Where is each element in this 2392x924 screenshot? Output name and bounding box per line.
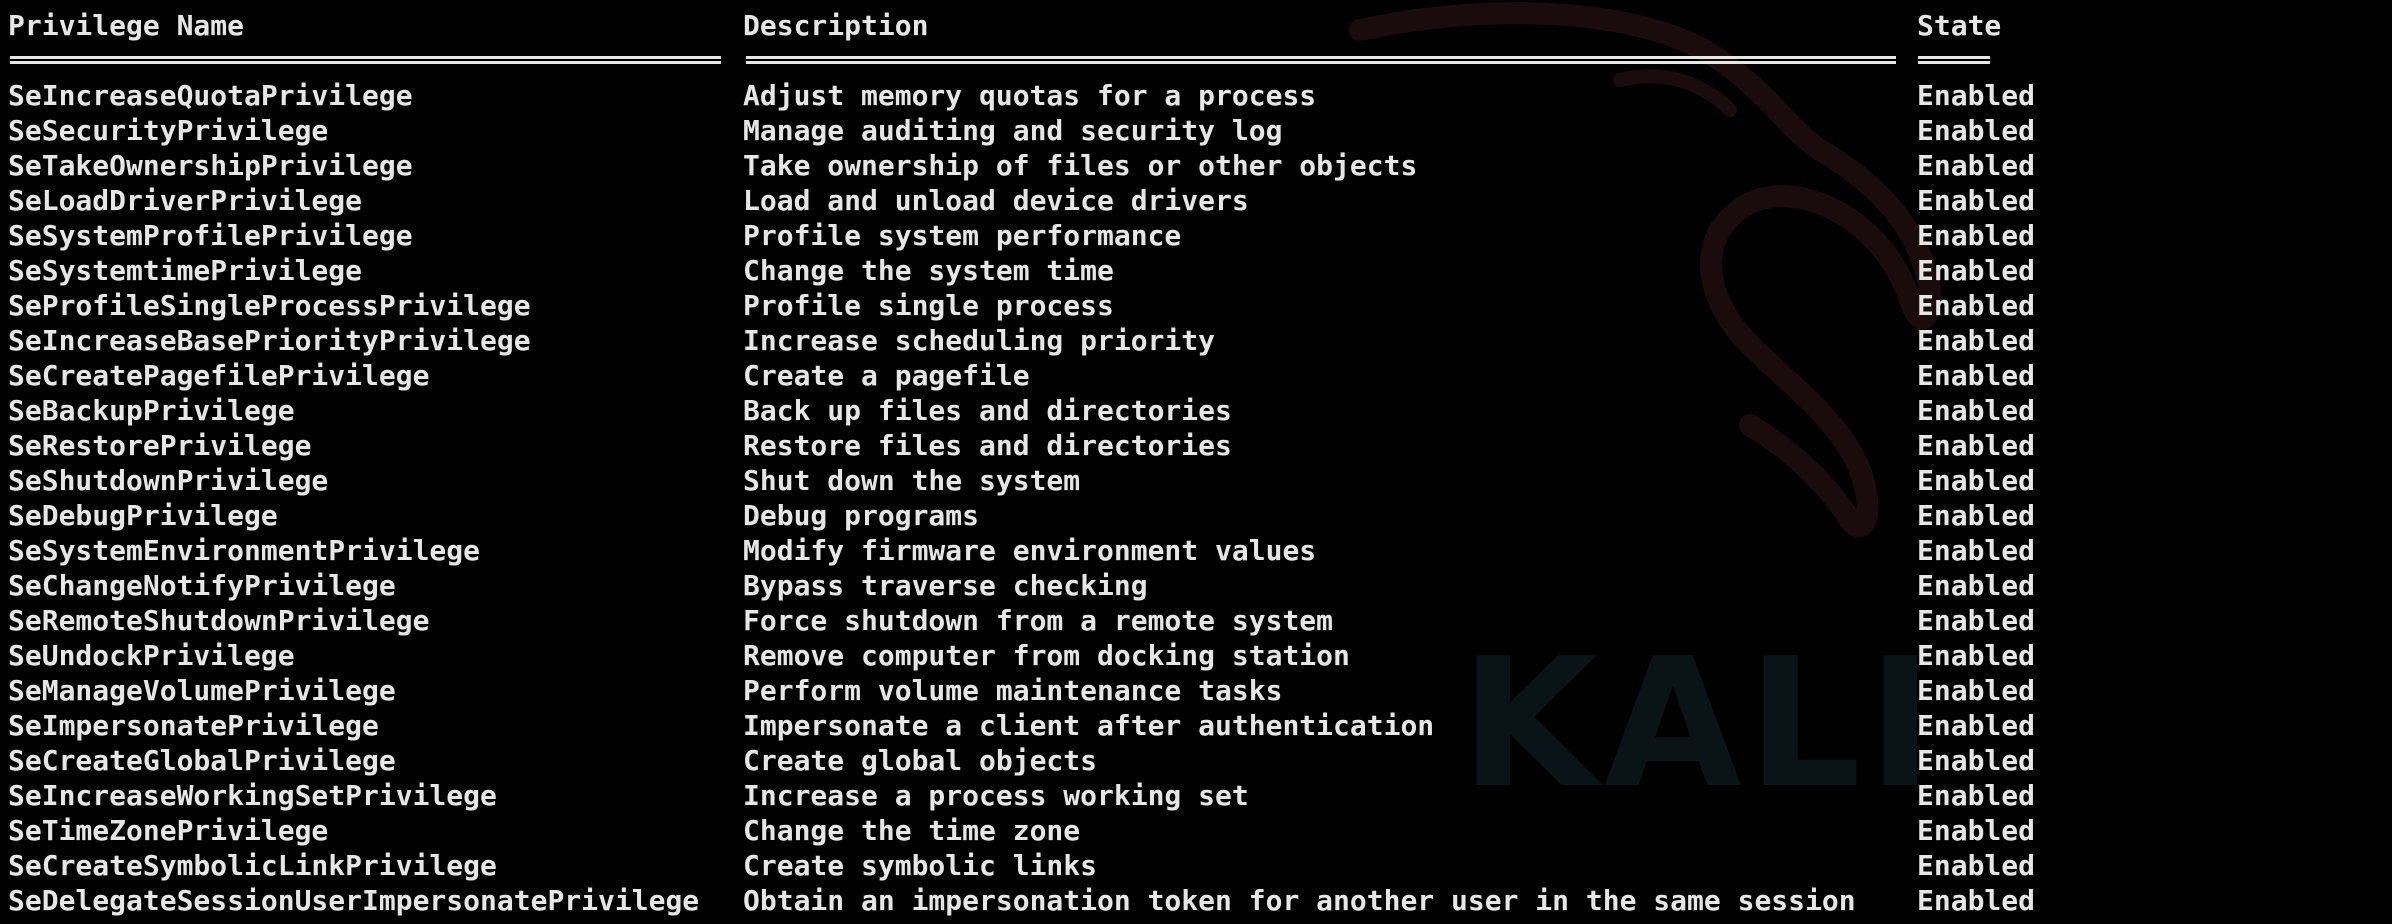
privilege-name: SeManageVolumePrivilege bbox=[8, 674, 396, 707]
privilege-name: SeCreatePagefilePrivilege bbox=[8, 359, 430, 392]
privilege-state: Enabled bbox=[1917, 254, 2036, 287]
terminal-window[interactable]: KALI Privilege Name Description State Se… bbox=[0, 0, 2392, 924]
privilege-state: Enabled bbox=[1917, 79, 2036, 112]
privilege-state: Enabled bbox=[1917, 744, 2036, 777]
privilege-description: Adjust memory quotas for a process bbox=[743, 79, 1317, 112]
privilege-name: SeIncreaseBasePriorityPrivilege bbox=[8, 324, 531, 357]
privilege-description: Load and unload device drivers bbox=[743, 184, 1249, 217]
privilege-name: SeLoadDriverPrivilege bbox=[8, 184, 363, 217]
privilege-name: SeDebugPrivilege bbox=[8, 499, 278, 532]
privilege-state: Enabled bbox=[1917, 184, 2036, 217]
privilege-description: Profile single process bbox=[743, 289, 1114, 322]
privilege-description: Take ownership of files or other objects bbox=[743, 149, 1418, 182]
privilege-name: SeBackupPrivilege bbox=[8, 394, 295, 427]
privilege-name: SeSystemProfilePrivilege bbox=[8, 219, 413, 252]
privilege-name: SeIncreaseWorkingSetPrivilege bbox=[8, 779, 497, 812]
privilege-state: Enabled bbox=[1917, 884, 2036, 917]
privilege-state: Enabled bbox=[1917, 429, 2036, 462]
privilege-state: Enabled bbox=[1917, 499, 2036, 532]
privilege-name: SeCreateSymbolicLinkPrivilege bbox=[8, 849, 497, 882]
privilege-state: Enabled bbox=[1917, 394, 2036, 427]
kali-watermark-text: KALI bbox=[1460, 620, 1940, 827]
privilege-name: SeTimeZonePrivilege bbox=[8, 814, 329, 847]
privilege-description: Restore files and directories bbox=[743, 429, 1232, 462]
privilege-state: Enabled bbox=[1917, 534, 2036, 567]
privilege-state: Enabled bbox=[1917, 674, 2036, 707]
privilege-state: Enabled bbox=[1917, 779, 2036, 812]
privilege-description: Back up files and directories bbox=[743, 394, 1232, 427]
privilege-state: Enabled bbox=[1917, 359, 2036, 392]
privilege-description: Create global objects bbox=[743, 744, 1098, 777]
privilege-description: Debug programs bbox=[743, 499, 980, 532]
header-state: State bbox=[1917, 9, 2002, 42]
privilege-description: Change the time zone bbox=[743, 814, 1081, 847]
privilege-description: Increase a process working set bbox=[743, 779, 1249, 812]
privilege-name: SeDelegateSessionUserImpersonatePrivileg… bbox=[8, 884, 700, 917]
privilege-description: Profile system performance bbox=[743, 219, 1182, 252]
privilege-state: Enabled bbox=[1917, 849, 2036, 882]
privilege-name: SeSecurityPrivilege bbox=[8, 114, 329, 147]
privilege-description: Bypass traverse checking bbox=[743, 569, 1148, 602]
privilege-state: Enabled bbox=[1917, 289, 2036, 322]
privilege-state: Enabled bbox=[1917, 464, 2036, 497]
header-underline-description bbox=[746, 56, 1896, 64]
privilege-name: SeShutdownPrivilege bbox=[8, 464, 329, 497]
privilege-state: Enabled bbox=[1917, 324, 2036, 357]
privilege-description: Create a pagefile bbox=[743, 359, 1030, 392]
privilege-state: Enabled bbox=[1917, 639, 2036, 672]
privilege-name: SeTakeOwnershipPrivilege bbox=[8, 149, 413, 182]
header-underline-state bbox=[1918, 56, 1990, 64]
privilege-name: SeSystemEnvironmentPrivilege bbox=[8, 534, 481, 567]
privilege-name: SeSystemtimePrivilege bbox=[8, 254, 363, 287]
privilege-description: Change the system time bbox=[743, 254, 1114, 287]
privilege-name: SeCreateGlobalPrivilege bbox=[8, 744, 396, 777]
privilege-state: Enabled bbox=[1917, 604, 2036, 637]
header-privilege-name: Privilege Name bbox=[8, 9, 245, 42]
privilege-state: Enabled bbox=[1917, 219, 2036, 252]
privilege-name: SeChangeNotifyPrivilege bbox=[8, 569, 396, 602]
privilege-name: SeUndockPrivilege bbox=[8, 639, 295, 672]
header-underline-name bbox=[10, 56, 721, 64]
privilege-description: Force shutdown from a remote system bbox=[743, 604, 1334, 637]
privilege-name: SeRemoteShutdownPrivilege bbox=[8, 604, 430, 637]
privilege-description: Remove computer from docking station bbox=[743, 639, 1350, 672]
privilege-state: Enabled bbox=[1917, 814, 2036, 847]
privilege-description: Perform volume maintenance tasks bbox=[743, 674, 1283, 707]
privilege-state: Enabled bbox=[1917, 114, 2036, 147]
privilege-description: Obtain an impersonation token for anothe… bbox=[743, 884, 1856, 917]
privilege-state: Enabled bbox=[1917, 569, 2036, 602]
privilege-description: Impersonate a client after authenticatio… bbox=[743, 709, 1435, 742]
privilege-description: Shut down the system bbox=[743, 464, 1081, 497]
privilege-description: Increase scheduling priority bbox=[743, 324, 1216, 357]
privilege-description: Modify firmware environment values bbox=[743, 534, 1317, 567]
privilege-name: SeImpersonatePrivilege bbox=[8, 709, 379, 742]
privilege-description: Create symbolic links bbox=[743, 849, 1098, 882]
privilege-name: SeRestorePrivilege bbox=[8, 429, 312, 462]
privilege-state: Enabled bbox=[1917, 149, 2036, 182]
privilege-state: Enabled bbox=[1917, 709, 2036, 742]
header-description: Description bbox=[743, 9, 929, 42]
privilege-name: SeIncreaseQuotaPrivilege bbox=[8, 79, 413, 112]
privilege-name: SeProfileSingleProcessPrivilege bbox=[8, 289, 531, 322]
privilege-description: Manage auditing and security log bbox=[743, 114, 1283, 147]
